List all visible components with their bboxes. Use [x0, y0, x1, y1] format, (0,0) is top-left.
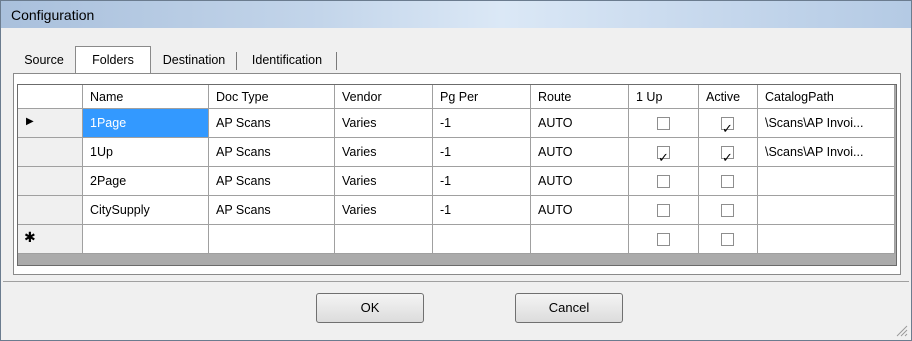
tab-folders[interactable]: Folders	[75, 46, 151, 73]
table-cell-route[interactable]: AUTO	[531, 196, 629, 225]
table-cell-pg-per[interactable]: -1	[433, 109, 531, 138]
resize-grip-icon[interactable]	[894, 323, 908, 337]
table-cell-catalogpath[interactable]: \Scans\AP Invoi...	[758, 109, 895, 138]
new-row-cell[interactable]	[531, 225, 629, 254]
col-header-pg-per[interactable]: Pg Per	[433, 85, 531, 109]
row-header[interactable]	[18, 196, 83, 225]
table-cell-vendor[interactable]: Varies	[335, 138, 433, 167]
table-cell-catalogpath[interactable]: \Scans\AP Invoi...	[758, 138, 895, 167]
footer-divider	[3, 281, 909, 282]
table-cell-route[interactable]: AUTO	[531, 109, 629, 138]
table-cell-doc-type[interactable]: AP Scans	[209, 138, 335, 167]
table-cell-active	[699, 109, 758, 138]
folders-grid[interactable]: Name Doc Type Vendor Pg Per Route 1 Up A…	[17, 84, 897, 266]
table-cell-catalogpath[interactable]	[758, 167, 895, 196]
row-header[interactable]: ✱	[18, 225, 83, 254]
one-up-checkbox[interactable]	[657, 233, 670, 246]
row-header[interactable]: ▶	[18, 109, 83, 138]
col-header-name[interactable]: Name	[83, 85, 209, 109]
tab-divider	[336, 52, 337, 70]
new-row-cell	[699, 225, 758, 254]
table-cell-1-up	[629, 138, 699, 167]
table-cell-1-up	[629, 109, 699, 138]
col-header-catalogpath[interactable]: CatalogPath	[758, 85, 895, 109]
active-checkbox[interactable]	[721, 175, 734, 188]
col-header-active[interactable]: Active	[699, 85, 758, 109]
table-cell-active	[699, 196, 758, 225]
col-header-1-up[interactable]: 1 Up	[629, 85, 699, 109]
table-cell-name[interactable]: 1Up	[83, 138, 209, 167]
title-bar[interactable]: Configuration	[1, 1, 911, 28]
table-cell-active	[699, 167, 758, 196]
one-up-checkbox[interactable]	[657, 144, 670, 166]
tab-label: Identification	[251, 53, 323, 67]
current-row-indicator-icon: ▶	[26, 116, 34, 127]
tab-label: Source	[24, 53, 64, 67]
new-row-cell[interactable]	[433, 225, 531, 254]
col-header-route[interactable]: Route	[531, 85, 629, 109]
grid-corner	[18, 85, 83, 109]
col-header-doc-type[interactable]: Doc Type	[209, 85, 335, 109]
table-cell-name[interactable]: 1Page	[83, 109, 209, 138]
table-cell-active	[699, 138, 758, 167]
tab-source[interactable]: Source	[13, 49, 75, 71]
row-header[interactable]	[18, 167, 83, 196]
table-cell-route[interactable]: AUTO	[531, 138, 629, 167]
table-cell-1-up	[629, 196, 699, 225]
new-row-cell[interactable]	[83, 225, 209, 254]
tab-label: Folders	[92, 53, 134, 67]
tab-label: Destination	[162, 53, 226, 67]
new-row-cell[interactable]	[209, 225, 335, 254]
table-cell-vendor[interactable]: Varies	[335, 167, 433, 196]
window-title: Configuration	[11, 7, 95, 23]
tab-destination[interactable]: Destination	[151, 49, 237, 71]
table-cell-name[interactable]: 2Page	[83, 167, 209, 196]
table-cell-vendor[interactable]: Varies	[335, 196, 433, 225]
row-header[interactable]	[18, 138, 83, 167]
one-up-checkbox[interactable]	[657, 117, 670, 130]
active-checkbox[interactable]	[721, 204, 734, 217]
table-cell-doc-type[interactable]: AP Scans	[209, 196, 335, 225]
table-cell-pg-per[interactable]: -1	[433, 196, 531, 225]
new-row-cell[interactable]	[758, 225, 895, 254]
col-header-vendor[interactable]: Vendor	[335, 85, 433, 109]
one-up-checkbox[interactable]	[657, 204, 670, 217]
table-cell-1-up	[629, 167, 699, 196]
table-cell-route[interactable]: AUTO	[531, 167, 629, 196]
new-row-cell	[629, 225, 699, 254]
table-cell-pg-per[interactable]: -1	[433, 167, 531, 196]
new-row-asterisk-icon: ✱	[24, 230, 36, 246]
one-up-checkbox[interactable]	[657, 175, 670, 188]
cancel-button[interactable]: Cancel	[515, 293, 623, 323]
table-cell-doc-type[interactable]: AP Scans	[209, 109, 335, 138]
table-cell-vendor[interactable]: Varies	[335, 109, 433, 138]
table-cell-pg-per[interactable]: -1	[433, 138, 531, 167]
table-cell-name[interactable]: CitySupply	[83, 196, 209, 225]
new-row-cell[interactable]	[335, 225, 433, 254]
active-checkbox[interactable]	[721, 233, 734, 246]
ok-button[interactable]: OK	[316, 293, 424, 323]
configuration-window: Configuration Source Folders Destination…	[0, 0, 912, 341]
active-checkbox[interactable]	[721, 144, 734, 166]
table-cell-catalogpath[interactable]	[758, 196, 895, 225]
table-cell-doc-type[interactable]: AP Scans	[209, 167, 335, 196]
tab-divider	[236, 52, 237, 70]
tab-identification[interactable]: Identification	[238, 49, 336, 71]
active-checkbox[interactable]	[721, 115, 734, 137]
